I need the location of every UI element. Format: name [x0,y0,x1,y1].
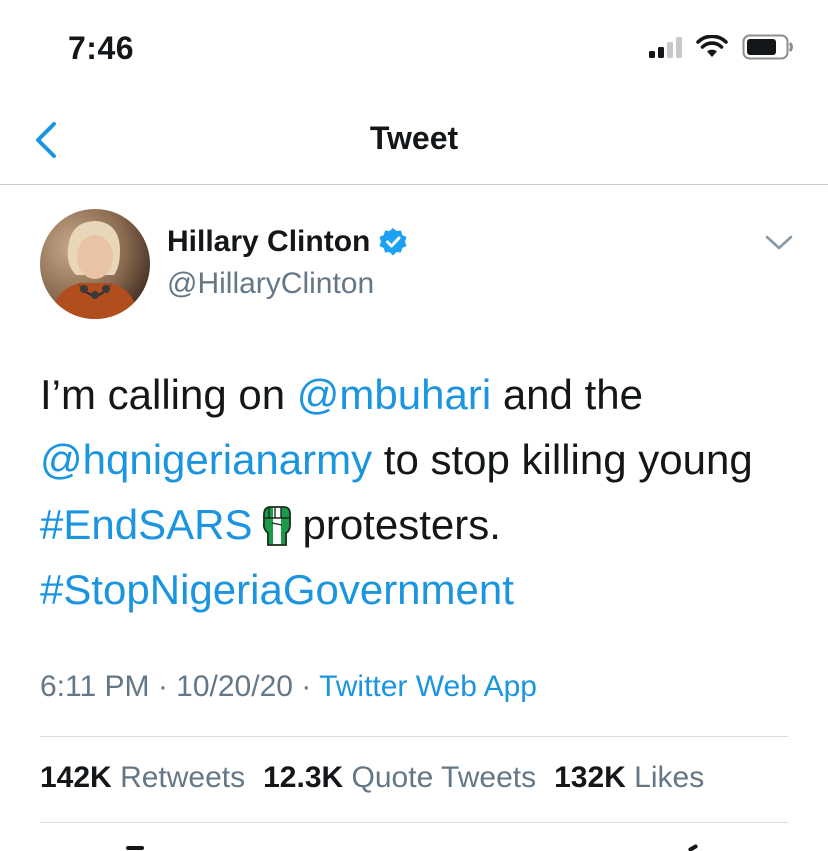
avatar[interactable] [40,209,150,319]
mention-link[interactable]: @hqnigerianarmy [40,436,372,483]
tweet-meta: 6:11 PM · 10/20/20 · Twitter Web App [40,670,537,704]
status-time: 7:46 [68,30,135,66]
wifi-icon [696,35,728,57]
retweets-label: Retweets [120,761,246,794]
status-bar: 7:46 [0,0,828,96]
tweet-text: I’m calling on @mbuhari and the @hqniger… [40,362,800,622]
nav-header: Tweet [0,96,828,185]
tweet-time: 6:11 PM [40,670,150,703]
chevron-down-icon[interactable] [764,232,794,254]
tweet-line: #EndSARS protesters. [40,492,800,557]
retweets-stat[interactable]: 142K Retweets [40,761,245,795]
hashtag-link[interactable]: #EndSARS [40,501,252,548]
signal-icon [649,36,682,58]
tweet-stats: 142K Retweets 12.3K Quote Tweets 132K Li… [40,761,704,795]
likes-label: Likes [634,761,705,794]
divider [40,822,788,823]
reply-icon[interactable] [126,846,144,850]
tweet-text-segment: to stop killing young [372,436,753,483]
tweet-text-segment: I’m calling on [40,371,297,418]
likes-count: 132K [554,761,626,794]
quote-tweets-label: Quote Tweets [351,761,537,794]
tweet-text-segment: protesters. [302,501,501,548]
quote-tweets-count: 12.3K [263,761,344,794]
status-icons [649,34,794,60]
tweet-line: I’m calling on @mbuhari and the [40,362,800,427]
raised-fist-flag-emoji[interactable] [258,501,294,547]
tweet-line: @hqnigerianarmy to stop killing young [40,427,800,492]
battery-icon [742,34,793,60]
share-icon[interactable] [687,843,699,851]
divider [40,736,788,737]
author-name-text: Hillary Clinton [167,225,371,258]
meta-separator: · [149,670,177,703]
verified-badge-icon [379,228,407,256]
tweet-text-segment: and the [491,371,643,418]
mention-link[interactable]: @mbuhari [297,371,491,418]
author-name[interactable]: Hillary Clinton [167,225,408,259]
quote-tweets-stat[interactable]: 12.3K Quote Tweets [263,761,536,795]
tweet-date: 10/20/20 [176,670,293,703]
retweets-count: 142K [40,761,112,794]
avatar-image [40,209,150,319]
tweet-line: #StopNigeriaGovernment [40,557,800,622]
meta-separator: · [292,670,320,703]
hashtag-link[interactable]: #StopNigeriaGovernment [40,566,514,613]
likes-stat[interactable]: 132K Likes [554,761,704,795]
author-handle[interactable]: @HillaryClinton [167,267,374,301]
page-title: Tweet [369,120,459,156]
tweet-source-link[interactable]: Twitter Web App [319,670,537,703]
